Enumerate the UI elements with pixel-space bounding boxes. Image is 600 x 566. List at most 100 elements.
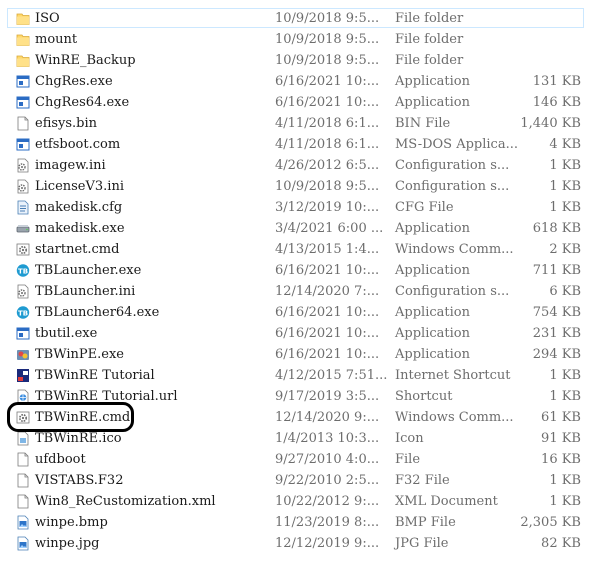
file-type: F32 File [395, 473, 450, 488]
file-size: 91 KB [541, 431, 581, 446]
file-name: efisys.bin [35, 116, 98, 131]
file-list: ISO 10/9/2018 9:5... File folder mount 1… [0, 8, 600, 554]
file-row[interactable]: ChgRes64.exe 6/16/2021 10:... Applicatio… [0, 92, 600, 113]
file-row[interactable]: WinRE_Backup 10/9/2018 9:5... File folde… [0, 50, 600, 71]
file-row[interactable]: VISTABS.F32 9/22/2010 2:5... F32 File 1 … [0, 470, 600, 491]
file-date-modified: 12/14/2020 9:... [275, 410, 380, 425]
file-row[interactable]: winpe.bmp 11/23/2019 8:... BMP File 2,30… [0, 512, 600, 533]
file-size: 131 KB [532, 74, 581, 89]
folder-icon [16, 32, 30, 47]
image-file-icon [16, 515, 30, 530]
file-row[interactable]: LicenseV3.ini 10/9/2018 9:5... Configura… [0, 176, 600, 197]
tbwinpe-icon [16, 347, 30, 362]
file-date-modified: 4/13/2015 1:4... [275, 242, 380, 257]
file-row[interactable]: startnet.cmd 4/13/2015 1:4... Windows Co… [0, 239, 600, 260]
file-row[interactable]: TBWinPE.exe 6/16/2021 10:... Application… [0, 344, 600, 365]
file-size: 146 KB [532, 95, 581, 110]
file-date-modified: 9/17/2019 3:5... [275, 389, 380, 404]
file-date-modified: 12/12/2019 9:... [275, 536, 380, 551]
file-row[interactable]: ChgRes.exe 6/16/2021 10:... Application … [0, 71, 600, 92]
file-date-modified: 4/11/2018 6:1... [275, 137, 380, 152]
image-file-icon [16, 536, 30, 551]
blank-file-icon [16, 116, 30, 131]
file-row[interactable]: makedisk.exe 3/4/2021 6:00 ... Applicati… [0, 218, 600, 239]
file-size: 1 KB [549, 368, 581, 383]
file-row[interactable]: TB TBLauncher64.exe 6/16/2021 10:... App… [0, 302, 600, 323]
folder-icon [16, 53, 30, 68]
file-type: BMP File [395, 515, 456, 530]
file-date-modified: 11/23/2019 8:... [275, 515, 380, 530]
file-size: 618 KB [532, 221, 581, 236]
file-name: makedisk.cfg [35, 200, 123, 215]
file-type: CFG File [395, 200, 454, 215]
file-type: JPG File [395, 536, 449, 551]
blank-file-icon [16, 452, 30, 467]
file-date-modified: 6/16/2021 10:... [275, 95, 380, 110]
file-name: ufdboot [35, 452, 86, 467]
cmd-gear-icon [16, 242, 30, 257]
file-size: 711 KB [532, 263, 581, 278]
file-type: File folder [395, 32, 464, 47]
file-date-modified: 3/4/2021 6:00 ... [275, 221, 384, 236]
file-date-modified: 1/4/2013 10:3... [275, 431, 380, 446]
svg-text:TB: TB [18, 268, 28, 276]
highlight-callout [7, 402, 134, 432]
file-type: Internet Shortcut [395, 368, 511, 383]
file-row[interactable]: Win8_ReCustomization.xml 10/22/2012 9:..… [0, 491, 600, 512]
config-file-icon [16, 179, 30, 194]
config-file-icon [16, 284, 30, 299]
file-row[interactable]: ISO 10/9/2018 9:5... File folder [0, 8, 600, 29]
file-row[interactable]: mount 10/9/2018 9:5... File folder [0, 29, 600, 50]
file-row[interactable]: imagew.ini 4/26/2012 6:5... Configuratio… [0, 155, 600, 176]
file-row[interactable]: TBLauncher.ini 12/14/2020 7:... Configur… [0, 281, 600, 302]
file-row[interactable]: TBWinRE Tutorial 4/12/2015 7:51... Inter… [0, 365, 600, 386]
exe-window-icon [16, 326, 30, 341]
file-size: 294 KB [532, 347, 581, 362]
tb-launcher-icon: TB [16, 263, 30, 278]
file-date-modified: 4/12/2015 7:51... [275, 368, 388, 383]
file-name: makedisk.exe [35, 221, 125, 236]
file-name: TBLauncher64.exe [35, 305, 160, 320]
file-name: winpe.bmp [35, 515, 108, 530]
file-type: XML Document [395, 494, 498, 509]
svg-text:TB: TB [18, 310, 28, 318]
file-date-modified: 6/16/2021 10:... [275, 326, 380, 341]
file-name: VISTABS.F32 [35, 473, 124, 488]
file-row[interactable]: etfsboot.com 4/11/2018 6:1... MS-DOS App… [0, 134, 600, 155]
file-row[interactable]: TB TBLauncher.exe 6/16/2021 10:... Appli… [0, 260, 600, 281]
file-row[interactable]: ufdboot 9/27/2010 4:0... File 16 KB [0, 449, 600, 470]
blank-file-icon [16, 473, 30, 488]
file-name: mount [35, 32, 78, 47]
file-size: 1 KB [549, 494, 581, 509]
exe-window-icon [16, 95, 30, 110]
file-type: Application [395, 347, 470, 362]
file-row[interactable]: efisys.bin 4/11/2018 6:1... BIN File 1,4… [0, 113, 600, 134]
file-row[interactable]: tbutil.exe 6/16/2021 10:... Application … [0, 323, 600, 344]
file-type: MS-DOS Applica... [395, 137, 518, 152]
file-date-modified: 9/22/2010 2:5... [275, 473, 380, 488]
config-file-icon [16, 158, 30, 173]
file-date-modified: 10/22/2012 9:... [275, 494, 380, 509]
file-type: File folder [395, 11, 464, 26]
file-name: ChgRes.exe [35, 74, 113, 89]
file-size: 231 KB [532, 326, 581, 341]
folder-icon [16, 11, 30, 26]
file-size: 1 KB [549, 389, 581, 404]
file-name: winpe.jpg [35, 536, 100, 551]
tb-launcher-icon: TB [16, 305, 30, 320]
file-date-modified: 6/16/2021 10:... [275, 305, 380, 320]
file-row[interactable]: winpe.jpg 12/12/2019 9:... JPG File 82 K… [0, 533, 600, 554]
file-size: 1 KB [549, 179, 581, 194]
tutorial-shortcut-icon [16, 368, 30, 383]
file-row[interactable]: makedisk.cfg 3/12/2019 10:... CFG File 1… [0, 197, 600, 218]
file-size: 2 KB [549, 242, 581, 257]
file-name: imagew.ini [35, 158, 106, 173]
file-type: BIN File [395, 116, 451, 131]
file-type: Application [395, 263, 470, 278]
file-size: 1 KB [549, 158, 581, 173]
disk-drive-icon [16, 221, 30, 236]
file-size: 754 KB [532, 305, 581, 320]
file-type: Windows Comm... [395, 410, 514, 425]
ico-file-icon [16, 431, 30, 446]
file-date-modified: 6/16/2021 10:... [275, 74, 380, 89]
